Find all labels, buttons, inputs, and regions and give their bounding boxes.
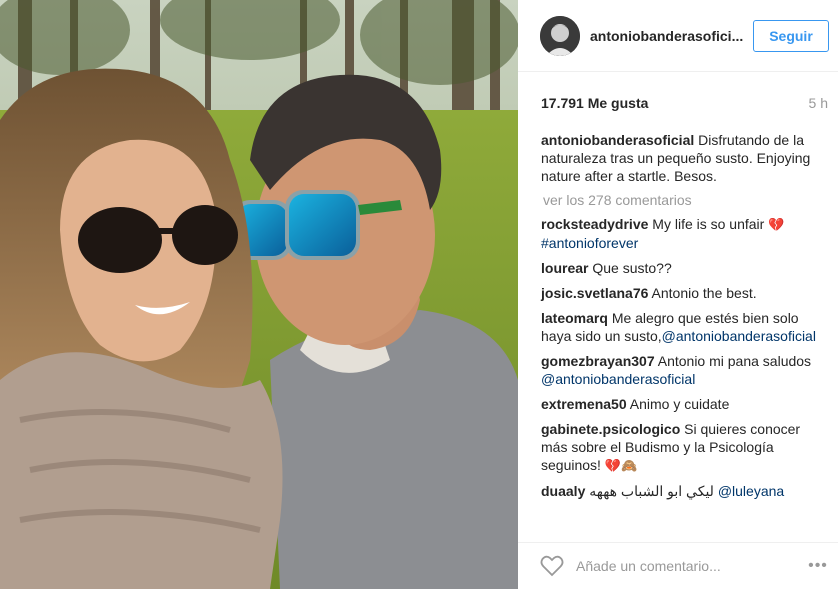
list-item: lourear Que susto??	[541, 259, 824, 277]
comment-mention[interactable]: @antoniobanderasoficial	[541, 371, 695, 387]
comment-username[interactable]: extremena50	[541, 396, 627, 412]
list-item: duaaly ليكي ابو الشباب هههه @luleyana	[541, 482, 824, 500]
comment-username[interactable]: rocksteadydrive	[541, 216, 648, 232]
comment-text: Antonio the best.	[651, 285, 757, 301]
list-item: josic.svetlana76 Antonio the best.	[541, 284, 824, 302]
emoji: 💔🙈	[604, 458, 638, 473]
comment-username[interactable]: josic.svetlana76	[541, 285, 648, 301]
comment-mention[interactable]: @antoniobanderasoficial	[662, 328, 816, 344]
follow-button[interactable]: Seguir	[753, 19, 829, 52]
comment-text: Antonio mi pana saludos	[657, 353, 812, 369]
add-comment-input[interactable]: Añade un comentario...	[576, 558, 804, 574]
heart-icon[interactable]	[540, 555, 564, 577]
caption-username[interactable]: antoniobanderasoficial	[541, 132, 694, 148]
list-item: gabinete.psicologico Si quieres conocer …	[541, 420, 824, 475]
post-side-panel: antoniobanderasofici... Seguir 17.791 Me…	[518, 0, 838, 589]
instagram-post-window: antoniobanderasofici... Seguir 17.791 Me…	[0, 0, 838, 589]
comment-text: ليكي ابو الشباب هههه	[589, 483, 718, 499]
comment-username[interactable]: gomezbrayan307	[541, 353, 655, 369]
selfie-couple-image	[0, 0, 518, 589]
post-meta: 17.791 Me gusta 5 h	[518, 72, 838, 134]
list-item: gomezbrayan307 Antonio mi pana saludos @…	[541, 352, 824, 388]
comment-username[interactable]: lateomarq	[541, 310, 608, 326]
list-item: extremena50 Animo y cuidate	[541, 395, 824, 413]
comment-bar: Añade un comentario... •••	[518, 542, 838, 589]
view-all-comments-link[interactable]: ver los 278 comentarios	[543, 191, 824, 209]
broken-heart-emoji: 💔	[768, 217, 785, 232]
more-options-icon[interactable]: •••	[804, 557, 832, 575]
likes-count[interactable]: 17.791 Me gusta	[541, 95, 648, 111]
avatar-image	[540, 15, 580, 56]
comment-username[interactable]: duaaly	[541, 483, 585, 499]
post-header: antoniobanderasofici... Seguir	[518, 0, 838, 72]
avatar[interactable]	[540, 15, 580, 56]
post-time[interactable]: 5 h	[809, 95, 828, 111]
comment-hashtag[interactable]: #antonioforever	[541, 235, 638, 251]
comment-text: Que susto??	[592, 260, 672, 276]
post-photo[interactable]	[0, 0, 518, 589]
comment-mention[interactable]: @luleyana	[718, 483, 784, 499]
comments-list: antoniobanderasoficial Disfrutando de la…	[518, 131, 838, 500]
comment-username[interactable]: lourear	[541, 260, 588, 276]
comment-text: Animo y cuidate	[629, 396, 730, 412]
caption: antoniobanderasoficial Disfrutando de la…	[541, 131, 824, 185]
comment-username[interactable]: gabinete.psicologico	[541, 421, 680, 437]
list-item: rocksteadydrive My life is so unfair 💔 #…	[541, 215, 824, 252]
list-item: lateomarq Me alegro que estés bien solo …	[541, 309, 824, 345]
comment-text: My life is so unfair	[652, 216, 769, 232]
username-link[interactable]: antoniobanderasofici...	[590, 28, 753, 44]
